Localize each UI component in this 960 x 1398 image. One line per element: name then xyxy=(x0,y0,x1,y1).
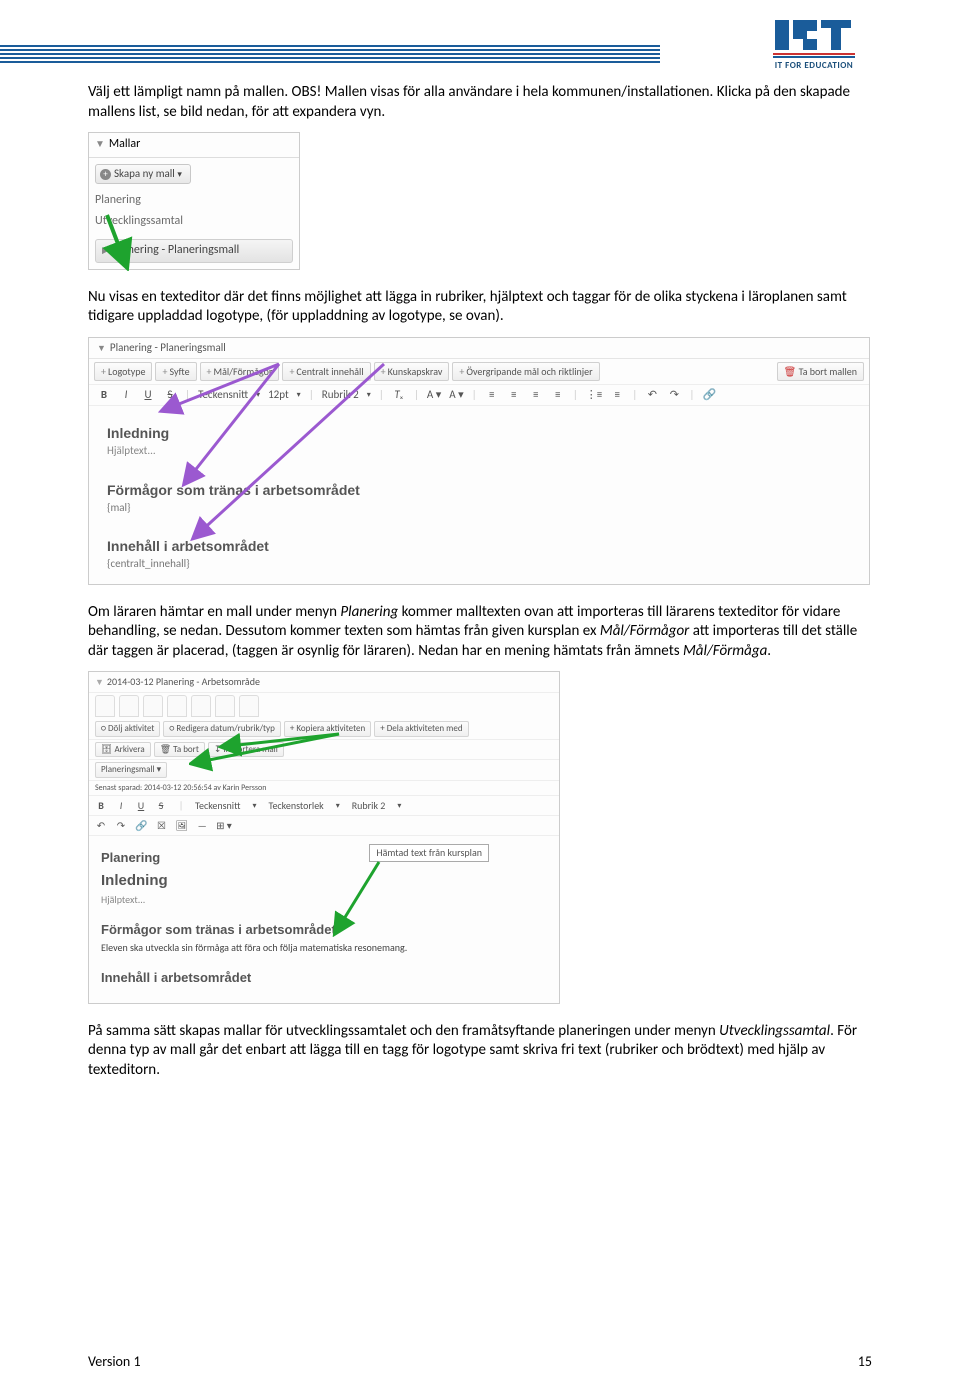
delete-template-button[interactable]: 🗑 Ta bort mallen xyxy=(777,362,864,381)
paragraph-1: Välj ett lämpligt namn på mallen. OBS! M… xyxy=(88,83,872,122)
paragraph-4: På samma sätt skapas mallar för utveckli… xyxy=(88,1022,872,1081)
h-innehall2: Innehåll i arbetsområdet xyxy=(101,970,547,987)
purple-arrows-icon xyxy=(109,358,389,558)
paragraph-2: Nu visas en texteditor där det finns möj… xyxy=(88,288,872,327)
header-stripes xyxy=(0,45,660,65)
tabs xyxy=(89,693,559,719)
screenshot-editor: ▼Planering - Planeringsmall +Logotype +S… xyxy=(88,337,870,585)
page-number: 15 xyxy=(858,1353,872,1370)
pill-hide[interactable]: ○ Dölj aktivitet xyxy=(95,721,160,737)
screenshot-mallar: ▼Mallar +Skapa ny mall ▾ Planering Utvec… xyxy=(88,132,300,270)
tag-centralt: {centralt_innehall} xyxy=(107,557,851,571)
logo-tagline: IT FOR EDUCATION xyxy=(773,60,855,71)
template-link-planering[interactable]: Planering xyxy=(95,190,293,212)
logo: IT FOR EDUCATION xyxy=(773,18,855,71)
panel-header[interactable]: ▼Mallar xyxy=(89,133,299,158)
screenshot-planering: ▼2014-03-12 Planering - Arbetsområde ○ D… xyxy=(88,671,560,1003)
tag-button-overgripande[interactable]: +Övergripande mål och riktlinjer xyxy=(452,362,599,381)
template-dropdown[interactable]: Planeringsmall ▾ xyxy=(95,762,167,778)
activity-header[interactable]: ▼2014-03-12 Planering - Arbetsområde xyxy=(89,672,559,693)
create-template-button[interactable]: +Skapa ny mall ▾ xyxy=(95,164,191,184)
version-label: Version 1 xyxy=(88,1353,141,1370)
paragraph-3: Om läraren hämtar en mall under menyn Pl… xyxy=(88,603,872,662)
green-arrows-icon xyxy=(189,732,389,952)
green-arrow-icon xyxy=(101,211,141,271)
pill-archive[interactable]: 🗄 Arkivera xyxy=(95,742,151,758)
editor-title[interactable]: ▼Planering - Planeringsmall xyxy=(89,338,869,359)
